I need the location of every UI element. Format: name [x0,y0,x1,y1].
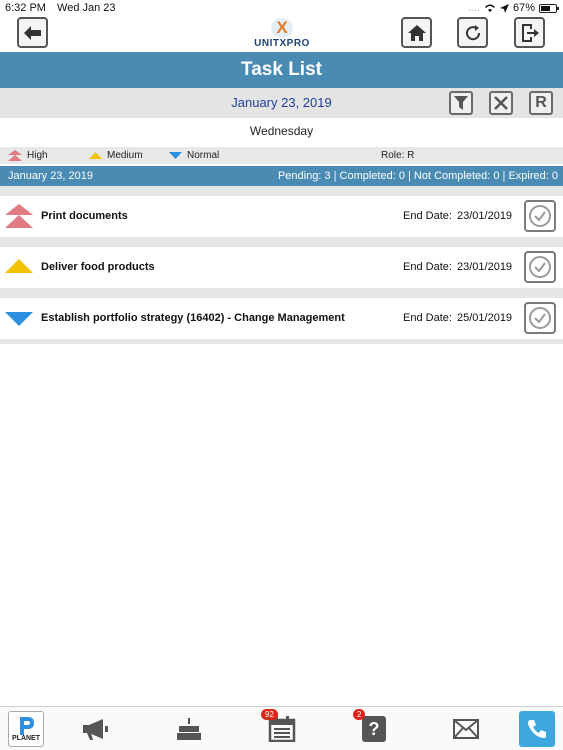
phone-tab[interactable] [519,711,555,747]
weekday-label: Wednesday [249,124,314,138]
reset-label: R [535,94,547,111]
role-label: Role: R [381,150,415,161]
summary-date: January 23, 2019 [8,170,94,182]
arrow-left-icon [23,25,41,40]
date-bar: January 23, 2019 R [0,88,563,118]
selected-date[interactable]: January 23, 2019 [0,95,563,110]
status-date: Wed Jan 23 [57,2,116,14]
help-tab[interactable]: ? 2 [353,709,393,747]
logo-name: UNITXPRO [254,38,310,49]
task-title: Deliver food products [41,261,155,273]
legend-high-label: High [27,150,48,161]
page-title: Task List [0,52,563,88]
home-icon [407,24,426,41]
task-end-date: 23/01/2019 [457,210,513,222]
complete-task-button[interactable] [524,200,556,232]
close-icon [494,96,508,110]
home-button[interactable] [401,17,432,48]
task-row[interactable]: Deliver food products End Date: 23/01/20… [0,247,563,288]
task-row[interactable]: Print documents End Date: 23/01/2019 [0,196,563,237]
unitxpro-logo: X UNITXPRO [250,16,314,52]
back-button[interactable] [17,17,48,48]
exit-door-icon [521,23,539,42]
battery-icon [539,3,559,13]
status-time: 6:32 PM [5,2,46,14]
signal-dots-icon: .... [467,2,480,14]
megaphone-icon [83,719,108,740]
logo-mark: X [271,18,293,38]
summary-counts: Pending: 3 | Completed: 0 | Not Complete… [277,170,558,182]
refresh-button[interactable] [457,17,488,48]
envelope-icon [453,719,479,739]
priority-medium-icon [89,152,102,159]
task-title: Print documents [41,210,128,222]
wifi-icon [484,4,495,12]
check-circle-icon [529,205,551,227]
calendar-badge: 92 [261,709,278,720]
priority-normal-icon [5,312,33,326]
end-date-label: End Date: [403,210,452,222]
end-date-label: End Date: [403,312,452,324]
task-end-date: 25/01/2019 [457,312,513,324]
planet-logo-icon [20,716,34,735]
bottom-nav: PLANET 92 ? 2 [0,706,563,750]
separator [0,339,563,344]
battery-percent: 67% [512,2,535,14]
summary-bar: January 23, 2019 Pending: 3 | Completed:… [0,166,563,186]
refresh-icon [465,24,480,40]
separator [0,288,563,298]
check-circle-icon [529,256,551,278]
priority-high-icon [5,204,33,228]
complete-task-button[interactable] [524,251,556,283]
task-end-date: 23/01/2019 [457,261,513,273]
clear-filter-button[interactable] [489,91,513,115]
reset-button[interactable]: R [529,91,553,115]
location-icon [499,3,509,13]
phone-icon [528,720,546,738]
top-bar: X UNITXPRO [0,16,563,52]
birthdays-tab[interactable] [170,711,208,747]
planet-tab[interactable]: PLANET [8,711,44,747]
priority-legend: High Medium Normal Role: R [0,147,563,164]
priority-normal-icon [169,152,182,159]
question-mark-icon: ? [362,716,386,742]
check-circle-icon [529,307,551,329]
calendar-tab[interactable]: 92 [261,709,301,747]
filter-icon [454,96,468,110]
planet-label: PLANET [12,734,40,742]
logout-button[interactable] [514,17,545,48]
status-bar: 6:32 PM Wed Jan 23 .... 67% [0,0,563,16]
end-date-label: End Date: [403,261,452,273]
separator [0,186,563,196]
separator [0,237,563,247]
legend-medium-label: Medium [107,150,143,161]
complete-task-button[interactable] [524,302,556,334]
cake-icon [177,718,201,740]
task-row[interactable]: Establish portfolio strategy (16402) - C… [0,298,563,339]
announcements-tab[interactable] [76,711,114,747]
legend-normal-label: Normal [187,150,220,161]
priority-high-icon [8,150,22,161]
messages-tab[interactable] [447,711,485,747]
priority-medium-icon [5,259,33,273]
task-title: Establish portfolio strategy (16402) - C… [41,312,345,324]
filter-button[interactable] [449,91,473,115]
